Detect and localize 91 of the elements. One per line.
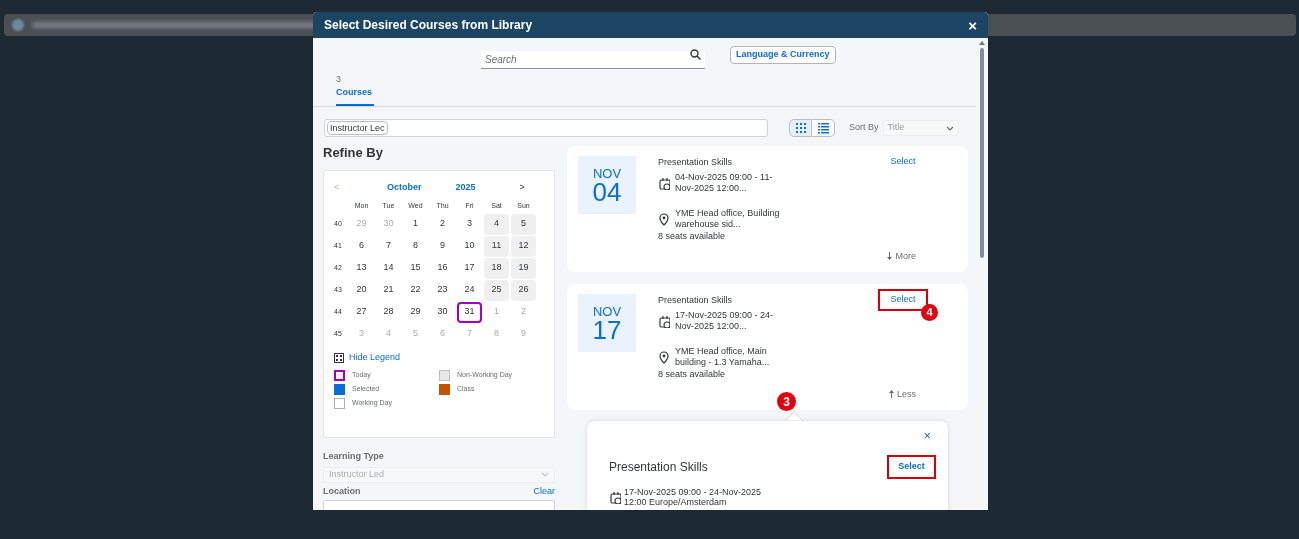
show-more-link[interactable]: More bbox=[887, 249, 916, 263]
calendar-day[interactable]: 17 bbox=[457, 257, 482, 279]
seats-available: 8 seats available bbox=[658, 368, 727, 381]
calendar-day[interactable]: 22 bbox=[403, 279, 428, 301]
date-month: NOV bbox=[592, 304, 622, 318]
scroll-up-icon bbox=[979, 40, 985, 46]
select-button[interactable]: Select bbox=[887, 455, 936, 479]
calendar-day[interactable]: 19 bbox=[511, 257, 536, 279]
filter-token[interactable]: Instructor Lec bbox=[327, 121, 388, 135]
calendar-day[interactable]: 25 bbox=[484, 279, 509, 301]
session-location: YME Head office, Building warehouse sid... bbox=[675, 208, 781, 230]
calendar-day[interactable]: 27 bbox=[349, 301, 374, 323]
sort-label: Sort By bbox=[849, 121, 879, 135]
location-pin-icon bbox=[658, 212, 670, 226]
search-icon bbox=[690, 49, 701, 60]
calendar-day[interactable]: 16 bbox=[430, 257, 455, 279]
calendar-day[interactable]: 10 bbox=[457, 235, 482, 257]
session-dates: 04-Nov-2025 09:00 - 11-Nov-2025 12:00... bbox=[675, 172, 774, 194]
calendar-day[interactable]: 5 bbox=[511, 213, 536, 235]
close-button[interactable]: × bbox=[923, 429, 931, 442]
legend-icon bbox=[334, 352, 344, 363]
calendar-day[interactable]: 29 bbox=[403, 301, 428, 323]
refine-title: Refine By bbox=[323, 144, 384, 162]
calendar-day[interactable]: 2 bbox=[430, 213, 455, 235]
popover-title: Presentation Skills bbox=[609, 460, 708, 474]
grid-view-button[interactable] bbox=[789, 119, 812, 137]
location-field[interactable] bbox=[323, 500, 555, 510]
calendar-day[interactable]: 20 bbox=[349, 279, 374, 301]
arrow-down-icon bbox=[887, 252, 893, 261]
tab[interactable]: 3 Courses bbox=[336, 73, 374, 106]
clear-link[interactable]: Clear bbox=[533, 484, 555, 498]
session-location: YME Head office, Main building - 1.3 Yamaha... bbox=[675, 346, 771, 368]
legend-swatch bbox=[439, 383, 450, 395]
chevron-down-icon bbox=[945, 125, 954, 131]
calendar-day[interactable]: 3 bbox=[457, 213, 482, 235]
calendar-day[interactable]: 13 bbox=[349, 257, 374, 279]
calendar-day[interactable]: 18 bbox=[484, 257, 509, 279]
legend-swatch bbox=[334, 369, 345, 381]
next-month-button[interactable]: > bbox=[519, 181, 525, 195]
list-icon bbox=[817, 122, 829, 134]
list-view-button[interactable] bbox=[812, 119, 835, 137]
dialog-title: Select Desired Courses from Library bbox=[324, 17, 533, 34]
calendar-day[interactable]: 23 bbox=[430, 279, 455, 301]
legend-swatch bbox=[439, 369, 450, 381]
course-title: Presentation Skills bbox=[658, 156, 734, 169]
step-marker: 4 bbox=[921, 304, 938, 321]
date-month: NOV bbox=[592, 166, 622, 180]
calendar-day[interactable]: 31 bbox=[457, 301, 482, 323]
session-dates: 17-Nov-2025 09:00 - 24-Nov-2025 12:00 Europe/Amsterdam bbox=[624, 487, 763, 507]
calendar-day[interactable]: 7 bbox=[376, 235, 401, 257]
month-button[interactable]: October bbox=[387, 181, 422, 195]
calendar-day[interactable]: 15 bbox=[403, 257, 428, 279]
year-button[interactable]: 2025 bbox=[455, 181, 476, 195]
calendar-day[interactable]: 12 bbox=[511, 235, 536, 257]
select-button[interactable]: Select bbox=[878, 151, 928, 173]
calendar-day[interactable]: 28 bbox=[376, 301, 401, 323]
calendar-day[interactable]: 9 bbox=[430, 235, 455, 257]
calendar-day[interactable]: 21 bbox=[376, 279, 401, 301]
calendar-clock-icon bbox=[609, 490, 621, 504]
chevron-down-icon bbox=[541, 472, 549, 477]
grid-icon bbox=[795, 123, 806, 133]
session-dates: 17-Nov-2025 09:00 - 24-Nov-2025 12:00... bbox=[675, 310, 775, 332]
course-title: Presentation Skills bbox=[658, 294, 734, 307]
calendar-day[interactable]: 24 bbox=[457, 279, 482, 301]
calendar-day[interactable]: 6 bbox=[349, 235, 374, 257]
seats-available: 8 seats available bbox=[658, 230, 727, 243]
scrollbar-thumb[interactable] bbox=[980, 48, 984, 258]
calendar-clock-icon bbox=[658, 176, 670, 190]
info-icon bbox=[12, 19, 24, 31]
calendar-day[interactable]: 4 bbox=[484, 213, 509, 235]
legend-swatch bbox=[334, 397, 345, 409]
close-button[interactable]: × bbox=[968, 17, 977, 33]
calendar-day[interactable]: 30 bbox=[430, 301, 455, 323]
legend-swatch bbox=[334, 383, 345, 395]
arrow-up-icon bbox=[889, 390, 894, 399]
calendar-day[interactable]: 8 bbox=[403, 235, 428, 257]
calendar-day[interactable]: 1 bbox=[403, 213, 428, 235]
location-pin-icon bbox=[658, 350, 670, 364]
calendar-day[interactable]: 26 bbox=[511, 279, 536, 301]
calendar-day[interactable]: 11 bbox=[484, 235, 509, 257]
filter-field[interactable]: Instructor Lec bbox=[324, 119, 768, 137]
hide-legend-link[interactable]: Hide Legend bbox=[334, 351, 401, 365]
language-currency-button[interactable]: Language & Currency bbox=[730, 46, 836, 64]
calendar-clock-icon bbox=[658, 314, 670, 328]
learning-type-label: Learning Type bbox=[323, 450, 385, 463]
date-day: 04 bbox=[592, 179, 622, 204]
date-day: 17 bbox=[592, 317, 622, 342]
calendar-day[interactable]: 14 bbox=[376, 257, 401, 279]
search-field[interactable]: Search bbox=[481, 51, 705, 69]
location-label: Location bbox=[323, 484, 361, 498]
show-less-link[interactable]: Less bbox=[889, 387, 916, 401]
